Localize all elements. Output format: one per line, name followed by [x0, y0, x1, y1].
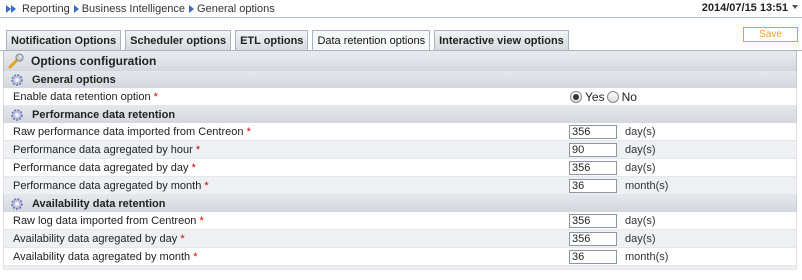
tab-etl-options[interactable]: ETL options [235, 30, 309, 50]
datetime-dropdown-icon[interactable] [792, 5, 798, 9]
section-header-availability: Availability data retention [3, 195, 797, 212]
tab-data-retention-options[interactable]: Data retention options [312, 30, 431, 50]
section-title: Performance data retention [32, 108, 176, 121]
breadcrumb-separator-icon [73, 4, 79, 13]
radio-yes[interactable] [570, 90, 582, 103]
breadcrumb-separator-icon [189, 4, 195, 13]
option-label: Raw log data imported from Centreon * [13, 214, 204, 227]
breadcrumb-item-reporting[interactable]: Reporting [22, 3, 70, 15]
unit-label: day(s) [625, 143, 656, 156]
option-row-raw-log: Raw log data imported from Centreon * da… [3, 212, 797, 230]
gear-icon [6, 106, 28, 123]
tab-interactive-view-options[interactable]: Interactive view options [434, 30, 569, 50]
option-row-perf-hour: Performance data agregated by hour * day… [3, 141, 797, 159]
tab-notification-options[interactable]: Notification Options [6, 30, 122, 50]
unit-label: day(s) [625, 161, 656, 174]
enable-retention-radio-group: Yes No [570, 90, 639, 104]
avail-day-input[interactable] [569, 232, 617, 246]
option-row-perf-month: Performance data agregated by month * mo… [3, 177, 797, 195]
perf-month-input[interactable] [569, 179, 617, 193]
option-label: Enable data retention option * [13, 90, 158, 103]
option-row-avail-day: Availability data agregated by day * day… [3, 230, 797, 248]
option-label: Availability data agregated by month * [13, 250, 198, 263]
breadcrumb-item-general-options[interactable]: General options [197, 3, 275, 15]
option-label: Raw performance data imported from Centr… [13, 125, 251, 138]
raw-performance-input[interactable] [569, 125, 617, 139]
option-label: Performance data agregated by day * [13, 161, 196, 174]
save-button[interactable]: Save [743, 27, 798, 42]
unit-label: day(s) [625, 214, 656, 227]
option-row-avail-month: Availability data agregated by month * m… [3, 248, 797, 266]
radio-yes-label: Yes [585, 89, 605, 104]
breadcrumb-arrow-icon [11, 4, 16, 13]
radio-no-label: No [621, 89, 637, 104]
panel-title: Options configuration [31, 54, 157, 68]
panel-header: Options configuration [3, 51, 797, 71]
unit-label: month(s) [625, 179, 669, 192]
gear-icon [6, 71, 28, 88]
section-title: Availability data retention [32, 197, 166, 210]
section-header-performance: Performance data retention [3, 106, 797, 123]
perf-hour-input[interactable] [569, 143, 617, 157]
unit-label: day(s) [625, 125, 656, 138]
option-label: Performance data agregated by hour * [13, 143, 201, 156]
wrench-icon [6, 53, 28, 70]
breadcrumb-divider [0, 17, 802, 18]
radio-no[interactable] [606, 90, 619, 103]
current-datetime: 2014/07/15 13:51 [701, 2, 788, 14]
breadcrumb-item-business-intelligence[interactable]: Business Intelligence [82, 3, 185, 15]
options-panel: Options configuration General options En… [3, 51, 797, 270]
gear-icon [6, 195, 28, 212]
section-header-general: General options [3, 71, 797, 88]
option-row-raw-performance: Raw performance data imported from Centr… [3, 123, 797, 141]
unit-label: day(s) [625, 232, 656, 245]
options-tabs: Notification Options Scheduler options E… [6, 30, 573, 50]
unit-label: month(s) [625, 250, 669, 263]
raw-log-input[interactable] [569, 214, 617, 228]
option-label: Availability data agregated by day * [13, 232, 185, 245]
section-title: General options [32, 73, 116, 86]
perf-day-input[interactable] [569, 161, 617, 175]
option-label: Performance data agregated by month * [13, 179, 209, 192]
panel-footer [3, 266, 797, 270]
tab-scheduler-options[interactable]: Scheduler options [125, 30, 232, 50]
option-row-perf-day: Performance data agregated by day * day(… [3, 159, 797, 177]
avail-month-input[interactable] [569, 250, 617, 264]
option-row-enable-retention: Enable data retention option * Yes No [3, 88, 797, 106]
top-bar: Reporting Business Intelligence General … [0, 0, 802, 17]
breadcrumb: Reporting Business Intelligence General … [0, 0, 275, 17]
